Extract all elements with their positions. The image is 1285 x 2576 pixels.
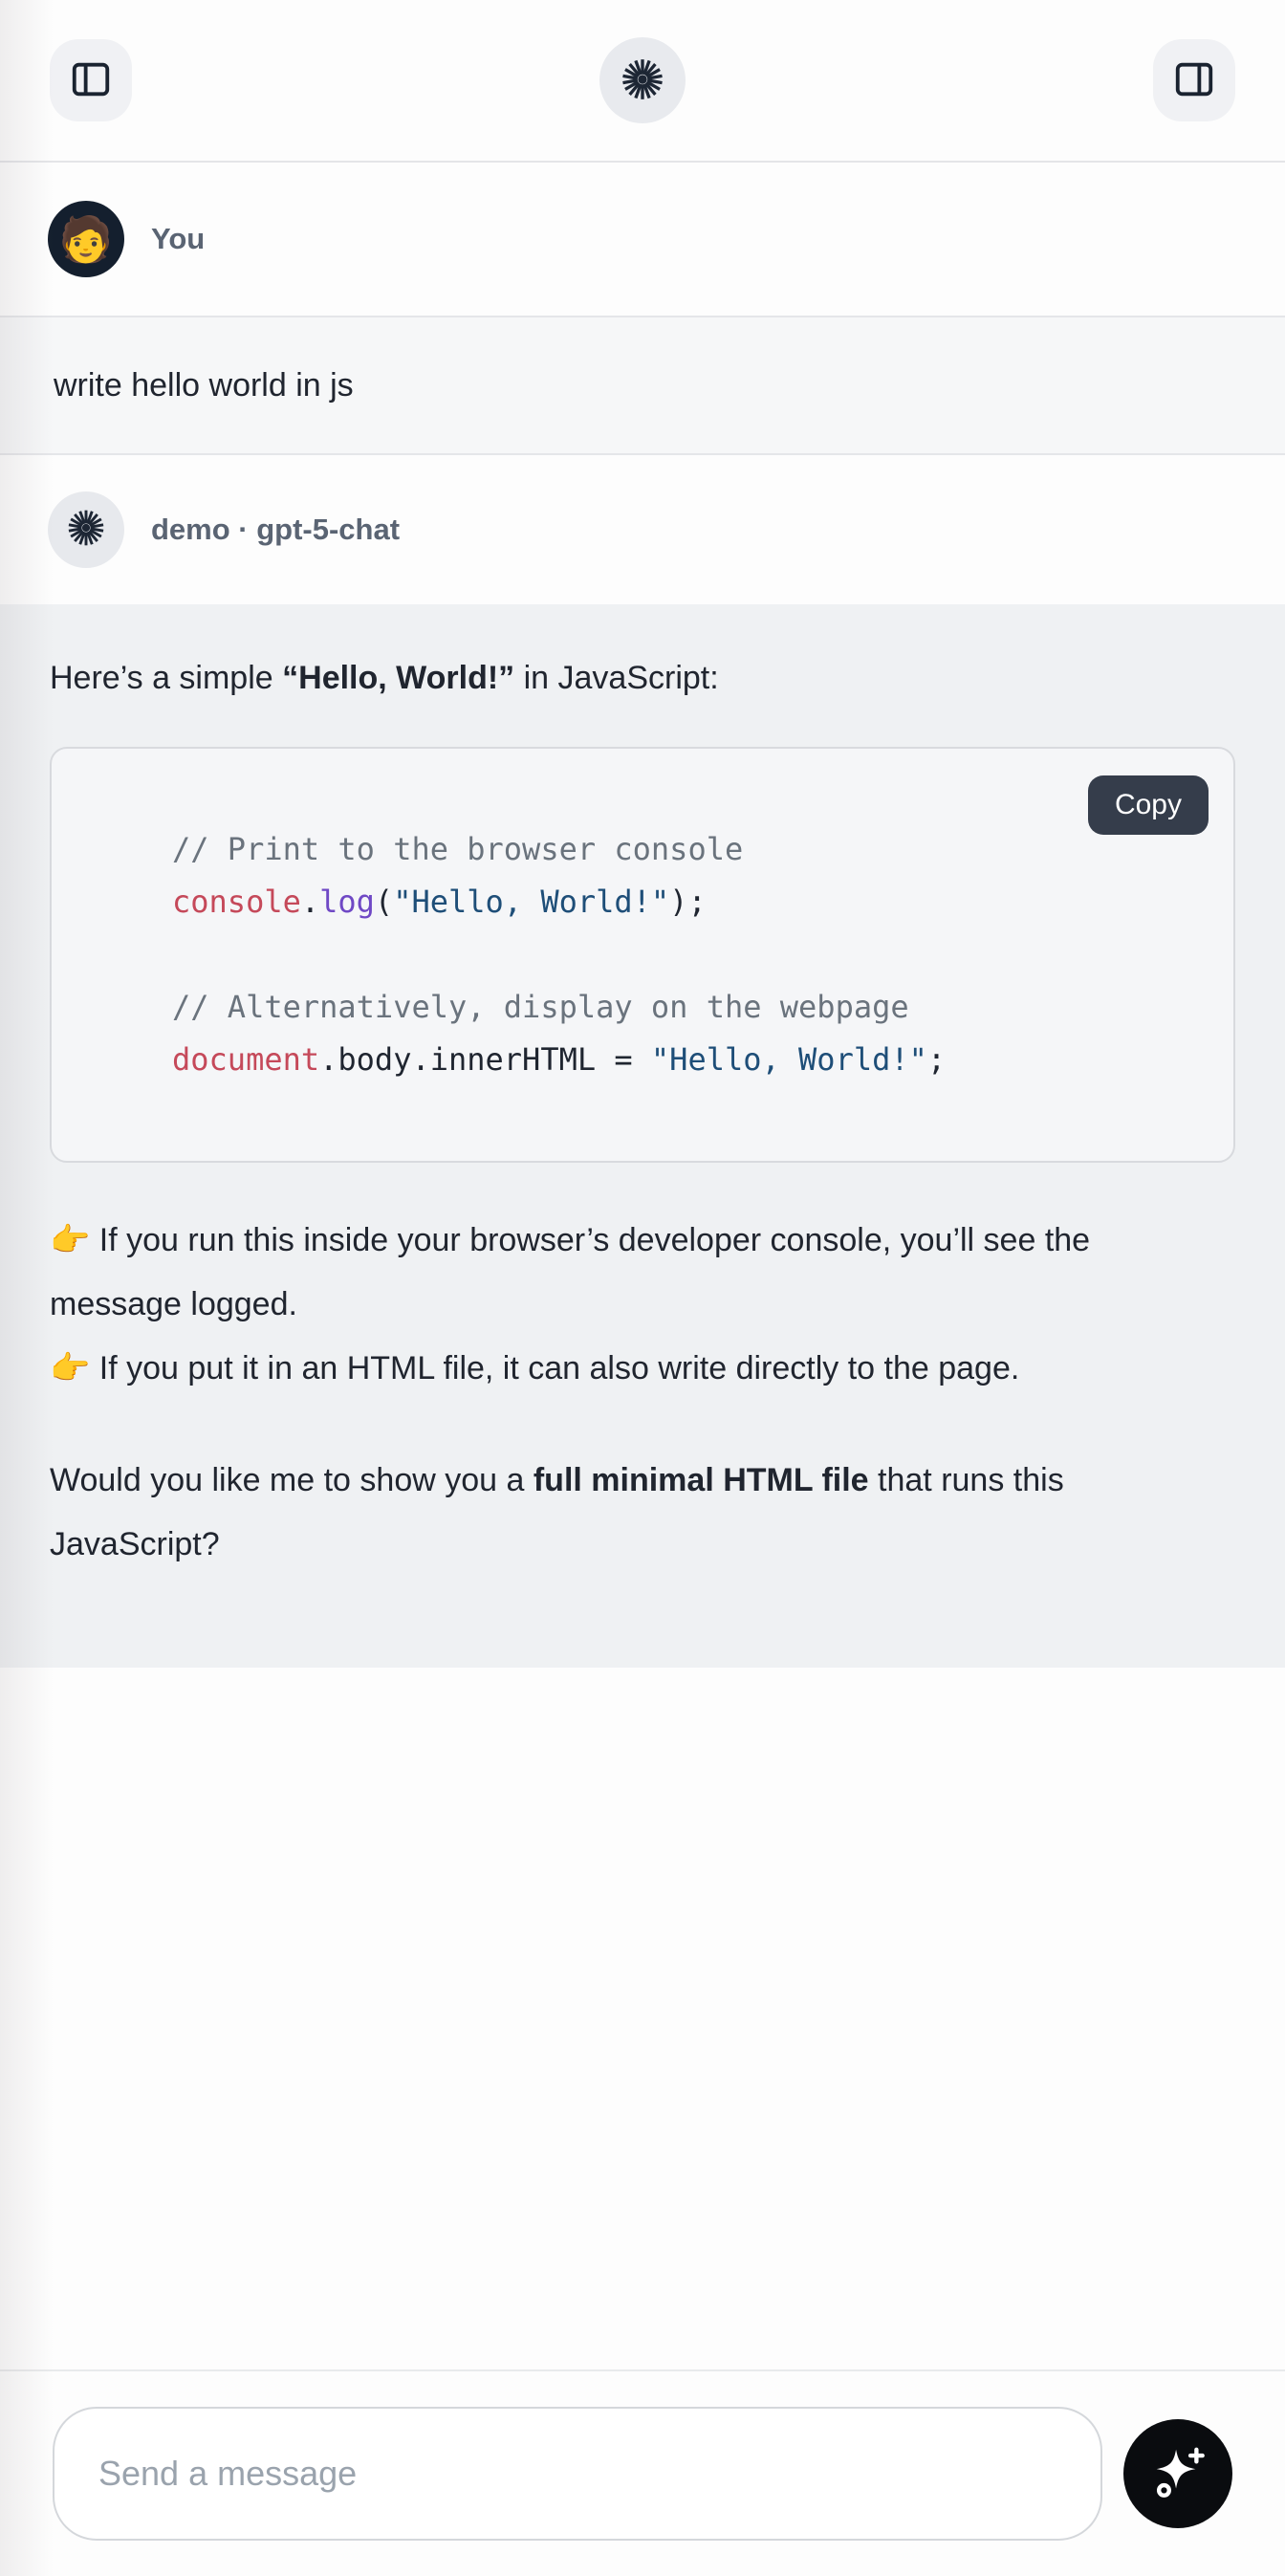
intro-bold: “Hello, World!” [282,660,514,696]
assistant-notes: 👉 If you run this inside your browser’s … [50,1209,1128,1401]
send-button[interactable] [1123,2419,1232,2528]
code-line-blank [96,928,1189,981]
code-line: // Print to the browser console [96,823,1189,876]
code-line: document.body.innerHTML = "Hello, World!… [96,1034,1189,1086]
panel-left-icon [69,57,113,104]
note-line: 👉 If you run this inside your browser’s … [50,1209,1128,1337]
code-line: console.log("Hello, World!"); [96,876,1189,928]
panel-right-icon [1172,57,1216,104]
user-sender-row: 🧑 You [0,163,1285,316]
assistant-message: Here’s a simple “Hello, World!” in JavaS… [0,604,1285,1668]
question-pre: Would you like me to show you a [50,1462,534,1498]
empty-area [0,1668,1285,2369]
user-avatar: 🧑 [48,201,124,277]
note-line: 👉 If you put it in an HTML file, it can … [50,1337,1128,1401]
right-panel-toggle-button[interactable] [1153,39,1235,121]
intro-pre: Here’s a simple [50,660,282,696]
assistant-question: Would you like me to show you a full min… [50,1449,1128,1577]
copy-button[interactable]: Copy [1088,775,1209,835]
model-button[interactable] [599,37,686,123]
code-block: Copy // Print to the browser console con… [50,747,1235,1163]
composer-bar [0,2369,1285,2576]
starburst-icon [65,507,107,554]
user-message-text: write hello world in js [54,367,354,404]
sidebar-toggle-button[interactable] [50,39,132,121]
starburst-icon [619,55,666,106]
user-message: write hello world in js [0,316,1285,455]
assistant-avatar [48,491,124,568]
assistant-sender-name: demo · gpt-5-chat [151,513,400,547]
sparkles-icon [1148,2443,1208,2505]
code-line: // Alternatively, display on the webpage [96,981,1189,1034]
assistant-sender-row: demo · gpt-5-chat [0,455,1285,604]
assistant-intro-text: Here’s a simple “Hello, World!” in JavaS… [50,646,1128,710]
question-bold: full minimal HTML file [534,1462,869,1498]
intro-post: in JavaScript: [514,660,719,696]
top-bar [0,0,1285,163]
person-emoji-icon: 🧑 [58,213,113,266]
message-input[interactable] [53,2407,1102,2541]
user-sender-name: You [151,222,205,256]
